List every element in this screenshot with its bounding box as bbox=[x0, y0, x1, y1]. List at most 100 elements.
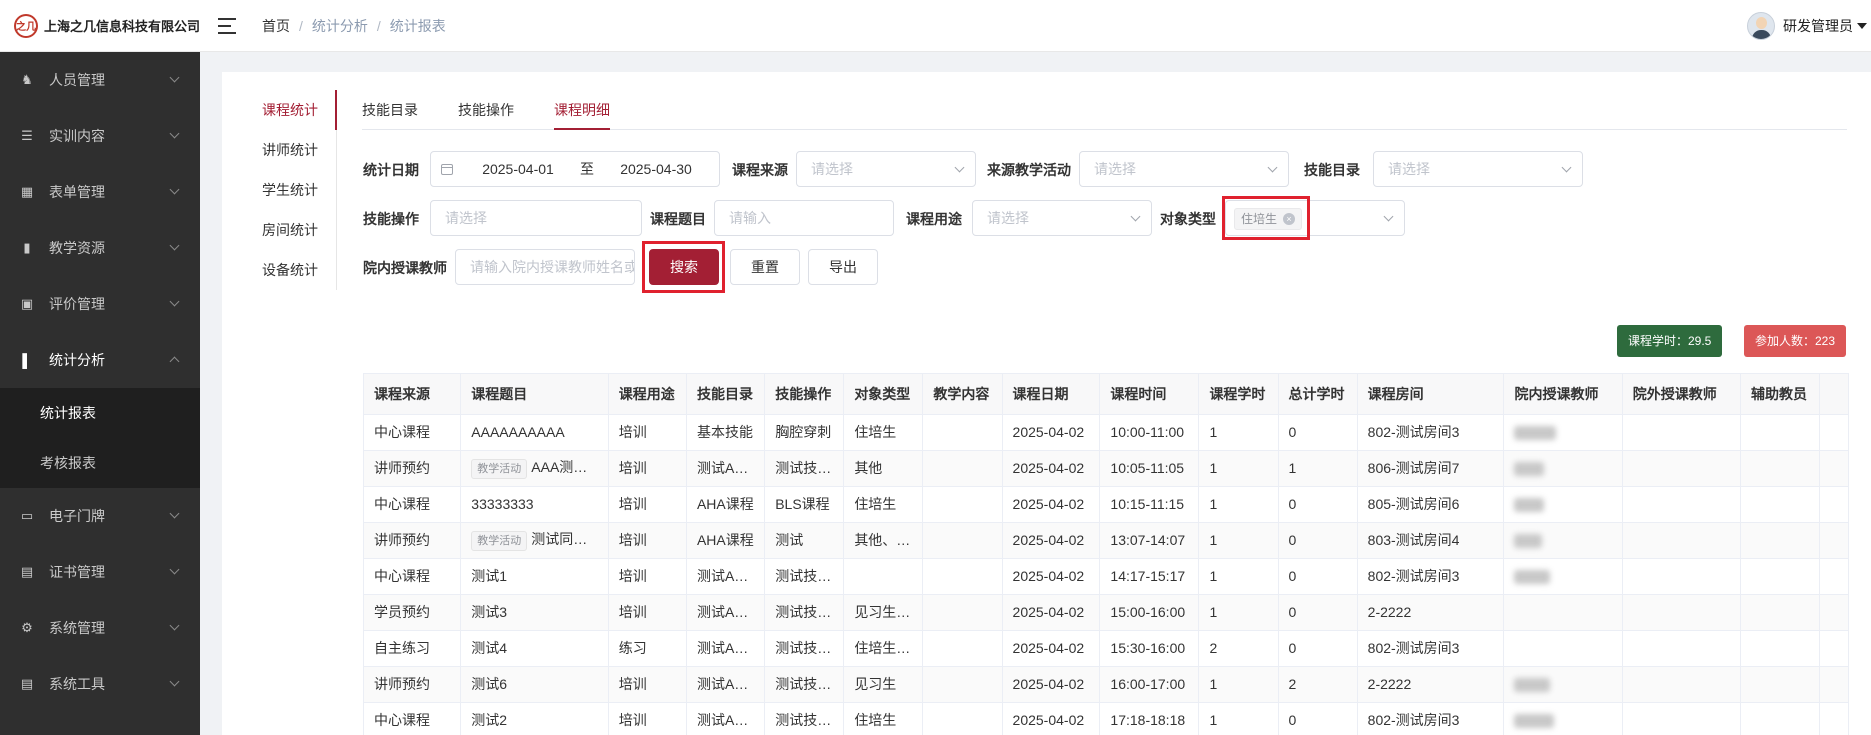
table-cell-date: 2025-04-02 bbox=[1002, 522, 1101, 559]
left-nav-device-stats[interactable]: 设备统计 bbox=[222, 250, 336, 290]
left-nav-lecturer-stats[interactable]: 讲师统计 bbox=[222, 130, 336, 170]
sidebar-item-system-mgmt[interactable]: ⚙ 系统管理 bbox=[0, 600, 200, 656]
tab-skill-catalog[interactable]: 技能目录 bbox=[362, 90, 418, 129]
redacted-name bbox=[1514, 498, 1545, 513]
table-cell-hours: 1 bbox=[1198, 702, 1279, 735]
table-cell-source: 讲师预约 bbox=[364, 522, 462, 559]
sidebar-item-system-tools[interactable]: ▤ 系统工具 bbox=[0, 656, 200, 712]
table-cell-room: 803-测试房间4 bbox=[1357, 522, 1505, 559]
sidebar-item-door-sign[interactable]: ▭ 电子门牌 bbox=[0, 488, 200, 544]
sidebar-subitem-exam-report[interactable]: 考核报表 bbox=[0, 438, 200, 488]
course-source-select[interactable]: 请选择 bbox=[796, 151, 976, 187]
course-hours-badge: 课程学时：29.5 bbox=[1617, 325, 1723, 357]
search-button[interactable]: 搜索 bbox=[649, 249, 719, 285]
chevron-down-icon bbox=[169, 128, 180, 139]
avatar[interactable] bbox=[1747, 12, 1775, 40]
table-cell-external-teacher bbox=[1622, 702, 1742, 735]
sidebar: ♞ 人员管理 ☰ 实训内容 ▦ 表单管理 ▮ 教学资源 ▣ 评价管理 ▌ 统计分析 统计报表… bbox=[0, 52, 200, 735]
source-activity-select[interactable]: 请选择 bbox=[1079, 151, 1289, 187]
table-cell-room: 805-测试房间6 bbox=[1357, 486, 1505, 523]
left-nav-student-stats[interactable]: 学生统计 bbox=[222, 170, 336, 210]
table-cell-total: 1 bbox=[1278, 450, 1358, 487]
tab-course-detail[interactable]: 课程明细 bbox=[554, 90, 610, 130]
table-cell-extra bbox=[1819, 702, 1849, 735]
date-range-picker[interactable]: 2025-04-01 至 2025-04-30 bbox=[430, 151, 720, 187]
target-type-select[interactable]: 住培生 × bbox=[1225, 200, 1405, 236]
table-cell-title: 教学活动 AAA测… bbox=[460, 450, 609, 487]
date-end-input[interactable]: 2025-04-30 bbox=[601, 152, 711, 186]
table-row: 中心课程 测试1 培训 测试A… 测试技… 2025-04-02 14:17-15:17 1 0… bbox=[364, 558, 1849, 595]
table-cell-internal-teacher bbox=[1503, 450, 1623, 487]
col-header: 课程房间 bbox=[1357, 374, 1505, 415]
left-nav-course-stats[interactable]: 课程统计 bbox=[222, 90, 337, 130]
breadcrumb-stat-analysis[interactable]: 统计分析 bbox=[312, 16, 368, 36]
sidebar-item-resources[interactable]: ▮ 教学资源 bbox=[0, 220, 200, 276]
table-cell-operation: 测试技… bbox=[764, 450, 845, 487]
course-title-input[interactable]: 请输入 bbox=[714, 200, 894, 236]
top-header: 之几 上海之几信息科技有限公司 首页 / 统计分析 / 统计报表 研发管理员 bbox=[0, 0, 1871, 52]
table-cell-room: 802-测试房间3 bbox=[1357, 414, 1505, 451]
table-header-row: 课程来源 课程题目 课程用途 技能目录 技能操作 对象类型 教学内容 课程日期 … bbox=[364, 374, 1849, 415]
sidebar-item-training[interactable]: ☰ 实训内容 bbox=[0, 108, 200, 164]
date-start-input[interactable]: 2025-04-01 bbox=[463, 152, 573, 186]
sidebar-subitem-stat-report[interactable]: 统计报表 bbox=[0, 388, 200, 438]
redacted-name bbox=[1514, 570, 1551, 585]
chevron-down-icon bbox=[1267, 162, 1278, 173]
left-nav-room-stats[interactable]: 房间统计 bbox=[222, 210, 336, 250]
table-cell-date: 2025-04-02 bbox=[1002, 594, 1101, 631]
table-cell-source: 中心课程 bbox=[364, 486, 462, 523]
certificate-icon: ▤ bbox=[20, 564, 34, 579]
table-cell-catalog: 测试A… bbox=[686, 630, 766, 667]
tab-skill-operation[interactable]: 技能操作 bbox=[458, 90, 514, 129]
table-cell-purpose: 培训 bbox=[608, 450, 687, 487]
table-cell-content bbox=[922, 522, 1003, 559]
sidebar-item-evaluation[interactable]: ▣ 评价管理 bbox=[0, 276, 200, 332]
table-cell-time: 10:05-11:05 bbox=[1099, 450, 1200, 487]
sidebar-item-forms[interactable]: ▦ 表单管理 bbox=[0, 164, 200, 220]
table-cell-date: 2025-04-02 bbox=[1002, 450, 1101, 487]
sidebar-item-statistics[interactable]: ▌ 统计分析 bbox=[0, 332, 200, 388]
skill-catalog-label: 技能目录 bbox=[1304, 162, 1360, 178]
sidebar-item-personnel[interactable]: ♞ 人员管理 bbox=[0, 52, 200, 108]
table-cell-time: 14:17-15:17 bbox=[1099, 558, 1200, 595]
table-row: 中心课程 测试2 培训 测试A… 测试技… 住培生 2025-04-02 17:18-18:1… bbox=[364, 702, 1849, 735]
table-cell-catalog: 基本技能 bbox=[686, 414, 766, 451]
table-cell-internal-teacher bbox=[1503, 666, 1623, 703]
table-cell-assistant bbox=[1740, 594, 1821, 631]
user-name[interactable]: 研发管理员 bbox=[1783, 16, 1853, 36]
course-purpose-select[interactable]: 请选择 bbox=[972, 200, 1152, 236]
table-cell-total: 0 bbox=[1278, 414, 1358, 451]
col-header: 对象类型 bbox=[843, 374, 924, 415]
breadcrumb-home[interactable]: 首页 bbox=[262, 16, 290, 36]
table-cell-title: 测试6 bbox=[460, 666, 609, 703]
skill-operation-select[interactable]: 请选择 bbox=[430, 200, 642, 236]
table-cell-external-teacher bbox=[1622, 630, 1742, 667]
table-cell-hours: 1 bbox=[1198, 450, 1279, 487]
table-cell-room: 2-2222 bbox=[1357, 594, 1505, 631]
table-cell-purpose: 培训 bbox=[608, 666, 687, 703]
redacted-name bbox=[1514, 714, 1555, 729]
close-icon[interactable]: × bbox=[1283, 213, 1296, 225]
table-cell-external-teacher bbox=[1622, 666, 1742, 703]
table-row: 讲师预约 教学活动 AAA测… 培训 测试A… 测试技… 其他 2025-04-02 10:05… bbox=[364, 450, 1849, 487]
calendar-icon bbox=[441, 163, 453, 175]
table-cell-hours: 1 bbox=[1198, 522, 1279, 559]
redacted-name bbox=[1514, 462, 1545, 477]
sidebar-item-certificate[interactable]: ▤ 证书管理 bbox=[0, 544, 200, 600]
breadcrumb-stat-report: 统计报表 bbox=[389, 17, 446, 34]
table-cell-target: 住培生 bbox=[843, 486, 924, 523]
menu-toggle-icon[interactable] bbox=[218, 17, 236, 34]
teacher-input[interactable]: 请输入院内授课教师姓名或 bbox=[455, 249, 635, 285]
export-button[interactable]: 导出 bbox=[808, 249, 878, 285]
chevron-down-icon bbox=[169, 508, 180, 519]
col-header: 课程学时 bbox=[1198, 374, 1279, 415]
table-cell-catalog: 测试A… bbox=[686, 558, 766, 595]
caret-down-icon[interactable] bbox=[1857, 23, 1867, 29]
reset-button[interactable]: 重置 bbox=[730, 249, 800, 285]
user-menu[interactable]: 研发管理员 bbox=[1747, 12, 1867, 40]
skill-catalog-select[interactable]: 请选择 bbox=[1373, 151, 1583, 187]
table-row: 自主练习 测试4 练习 测试A… 测试技… 住培生… 2025-04-02 15:30-16:… bbox=[364, 630, 1849, 667]
table-cell-source: 中心课程 bbox=[364, 558, 462, 595]
course-purpose-label: 课程用途 bbox=[906, 211, 962, 227]
stat-date-label: 统计日期 bbox=[363, 162, 419, 178]
